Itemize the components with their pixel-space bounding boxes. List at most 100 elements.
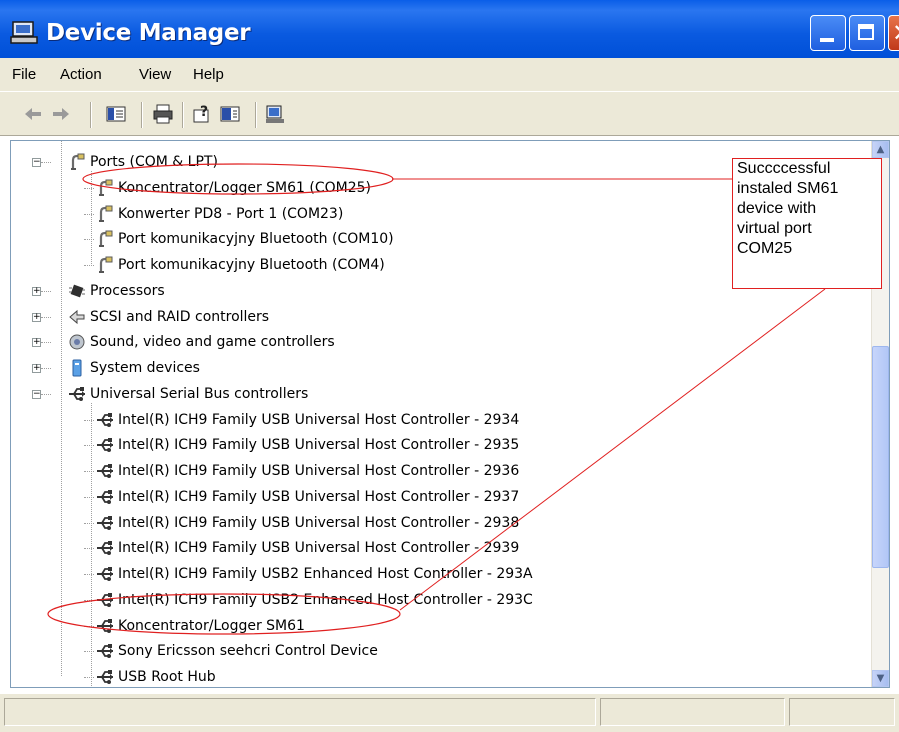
forward-arrow-icon[interactable] <box>50 104 72 124</box>
port-icon <box>96 256 114 274</box>
tree-item-usb[interactable]: Intel(R) ICH9 Family USB Universal Host … <box>118 436 519 454</box>
usb-icon <box>96 591 114 609</box>
usb-icon <box>96 668 114 686</box>
tree-connector <box>84 471 94 472</box>
tree-item-usb[interactable]: Intel(R) ICH9 Family USB Universal Host … <box>118 462 519 480</box>
scroll-down-button[interactable]: ▼ <box>872 670 889 687</box>
usb-icon <box>96 565 114 583</box>
sound-icon <box>68 333 86 351</box>
toolbar: ? <box>0 91 899 136</box>
tree-category-sound-expander[interactable]: + <box>32 338 41 348</box>
usb-icon <box>68 385 86 403</box>
tree-item-port[interactable]: Koncentrator/Logger SM61 (COM25) <box>118 179 371 197</box>
back-arrow-icon[interactable] <box>22 104 44 124</box>
tree-category-ports-expander[interactable]: − <box>32 158 41 167</box>
show-hide-console-tree-icon[interactable] <box>105 104 127 124</box>
tree-connector <box>41 316 51 318</box>
tree-category-processors-expander[interactable]: + <box>32 286 41 296</box>
svg-text:?: ? <box>200 104 208 120</box>
tree-connector <box>84 496 94 498</box>
tree-item-port[interactable]: Port komunikacyjny Bluetooth (COM4) <box>118 256 385 274</box>
port-icon <box>96 230 114 248</box>
tree-connector <box>84 522 94 524</box>
toolbar-separator <box>90 102 92 128</box>
toolbar-separator <box>141 102 143 128</box>
menu-action[interactable]: Action <box>60 66 102 83</box>
usb-icon <box>96 436 114 454</box>
tree-category-sound[interactable]: Sound, video and game controllers <box>90 333 335 351</box>
tree-item-usb[interactable]: USB Root Hub <box>118 668 216 686</box>
status-pane-secondary <box>600 698 785 726</box>
port-icon <box>96 179 114 197</box>
tree-category-ports[interactable]: Ports (COM & LPT) <box>90 153 218 171</box>
annotation-line: virtual port <box>737 220 812 237</box>
maximize-icon <box>858 24 874 40</box>
port-icon <box>96 205 114 223</box>
annotation-line: instaled SM61 <box>737 180 839 197</box>
menu-view[interactable]: View <box>139 66 171 83</box>
status-bar <box>0 693 899 732</box>
tree-connector <box>84 239 94 241</box>
help-icon[interactable]: ? <box>191 104 213 124</box>
tree-category-system-expander[interactable]: + <box>32 364 41 373</box>
port-icon <box>68 153 86 171</box>
usb-icon <box>96 539 114 557</box>
usb-icon <box>96 617 114 635</box>
tree-item-usb[interactable]: Intel(R) ICH9 Family USB Universal Host … <box>118 488 519 506</box>
tree-category-scsi[interactable]: SCSI and RAID controllers <box>90 308 269 326</box>
annotation-line: device with <box>737 200 817 217</box>
tree-item-port[interactable]: Konwerter PD8 - Port 1 (COM23) <box>118 205 343 223</box>
tree-connector <box>84 445 94 447</box>
tree-item-usb[interactable]: Koncentrator/Logger SM61 <box>118 617 305 635</box>
toolbar-separator <box>255 102 257 128</box>
tree-category-usb-expander[interactable]: − <box>32 389 41 399</box>
print-icon[interactable] <box>152 104 174 124</box>
processor-icon <box>68 282 86 300</box>
tree-connector <box>84 419 94 421</box>
tree-item-usb[interactable]: Intel(R) ICH9 Family USB Universal Host … <box>118 514 519 532</box>
tree-connector <box>84 651 94 653</box>
tree-connector <box>84 213 94 215</box>
tree-connector <box>41 342 51 344</box>
tree-item-usb[interactable]: Intel(R) ICH9 Family USB Universal Host … <box>118 411 519 429</box>
tree-connector <box>84 677 94 678</box>
usb-icon <box>96 462 114 480</box>
tree-guide <box>61 141 62 676</box>
menu-file[interactable]: File <box>12 66 36 83</box>
scan-hardware-icon[interactable] <box>264 104 286 124</box>
scroll-up-button[interactable]: ▲ <box>872 141 889 158</box>
usb-icon <box>96 411 114 429</box>
tree-connector <box>41 290 51 292</box>
menu-help[interactable]: Help <box>193 66 224 83</box>
scsi-controller-icon <box>68 308 86 326</box>
tree-item-usb[interactable]: Intel(R) ICH9 Family USB2 Enhanced Host … <box>118 565 533 583</box>
tree-category-processors[interactable]: Processors <box>90 282 165 300</box>
tree-connector <box>84 599 94 601</box>
tree-item-usb[interactable]: Intel(R) ICH9 Family USB2 Enhanced Host … <box>118 591 533 609</box>
menu-bar: File Action View Help <box>0 58 899 91</box>
minimize-icon <box>820 38 834 42</box>
usb-icon <box>96 488 114 506</box>
tree-connector <box>41 393 51 395</box>
tree-category-usb[interactable]: Universal Serial Bus controllers <box>90 385 308 403</box>
tree-category-scsi-expander[interactable]: + <box>32 312 41 322</box>
maximize-button[interactable] <box>849 15 885 51</box>
tree-guide <box>91 171 92 266</box>
tree-connector <box>84 625 94 627</box>
status-pane-tertiary <box>789 698 895 726</box>
window-title: Device Manager <box>46 20 251 46</box>
tree-connector <box>84 548 94 550</box>
tree-item-usb[interactable]: Sony Ericsson seehcri Control Device <box>118 642 378 660</box>
tree-item-usb[interactable]: Intel(R) ICH9 Family USB Universal Host … <box>118 539 519 557</box>
annotation-callout: Succccessful instaled SM61 device with v… <box>732 158 882 289</box>
usb-icon <box>96 642 114 660</box>
minimize-button[interactable] <box>810 15 846 51</box>
properties-icon[interactable] <box>219 104 241 124</box>
usb-icon <box>96 514 114 532</box>
tree-category-system[interactable]: System devices <box>90 359 200 377</box>
device-manager-icon <box>10 21 38 44</box>
tree-item-port[interactable]: Port komunikacyjny Bluetooth (COM10) <box>118 230 394 248</box>
annotation-line: Succccessful <box>737 160 831 177</box>
close-button[interactable]: ✕ <box>888 15 899 51</box>
scroll-thumb[interactable] <box>872 346 889 568</box>
